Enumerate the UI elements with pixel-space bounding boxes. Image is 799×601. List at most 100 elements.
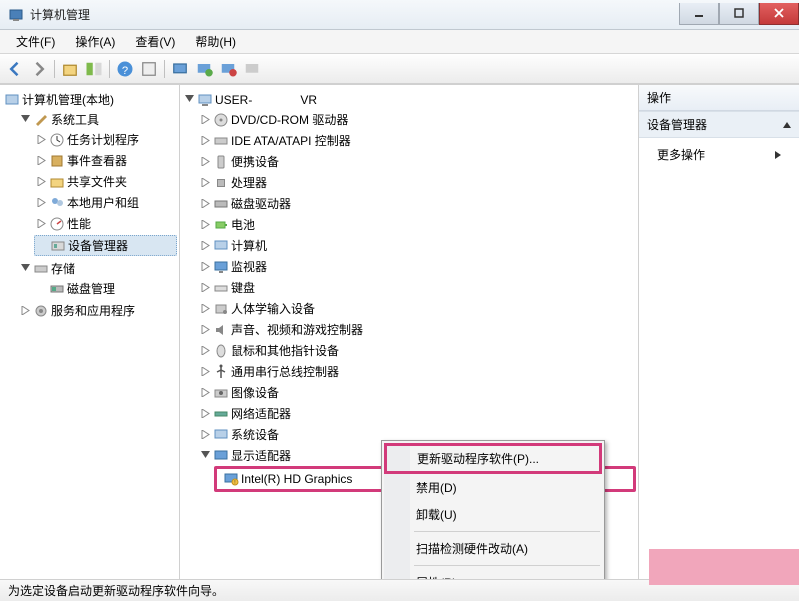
expand-icon[interactable] bbox=[200, 135, 211, 146]
menu-view[interactable]: 查看(V) bbox=[125, 30, 185, 53]
menu-file[interactable]: 文件(F) bbox=[6, 30, 65, 53]
context-properties[interactable]: 属性(R) bbox=[384, 569, 602, 579]
expand-icon[interactable] bbox=[200, 198, 211, 209]
left-navigation-tree[interactable]: 计算机管理(本地) 系统工具 任务计划程序 bbox=[0, 85, 180, 579]
storage-icon bbox=[33, 261, 49, 277]
display-icon bbox=[213, 448, 229, 464]
context-uninstall[interactable]: 卸载(U) bbox=[384, 501, 602, 528]
tree-item-local-users[interactable]: 本地用户和组 bbox=[34, 193, 177, 212]
expand-icon[interactable] bbox=[200, 282, 211, 293]
device-tree[interactable]: USER- VR DVD/CD-ROM 驱动器 IDE ATA/ATAPI 控制器… bbox=[180, 85, 639, 579]
toolbar: ? bbox=[0, 54, 799, 84]
tree-item-monitor[interactable]: 监视器 bbox=[198, 257, 636, 276]
context-disable[interactable]: 禁用(D) bbox=[384, 474, 602, 501]
expand-icon[interactable] bbox=[200, 156, 211, 167]
tree-item-shared-folders[interactable]: 共享文件夹 bbox=[34, 172, 177, 191]
toolbar-forward-button[interactable] bbox=[28, 58, 50, 80]
disk-mgmt-icon bbox=[49, 281, 65, 297]
expand-icon[interactable] bbox=[200, 429, 211, 440]
menu-help[interactable]: 帮助(H) bbox=[185, 30, 246, 53]
context-update-driver[interactable]: 更新驱动程序软件(P)... bbox=[384, 443, 602, 474]
expand-icon[interactable] bbox=[200, 240, 211, 251]
expand-icon[interactable] bbox=[200, 219, 211, 230]
toolbar-uninstall-button[interactable] bbox=[217, 58, 239, 80]
expand-icon[interactable] bbox=[200, 303, 211, 314]
tree-item-disk[interactable]: 磁盘驱动器 bbox=[198, 194, 636, 213]
tree-item-system-tools[interactable]: 系统工具 bbox=[18, 110, 177, 129]
toolbar-properties-button[interactable] bbox=[138, 58, 160, 80]
toolbar-help-button[interactable]: ? bbox=[114, 58, 136, 80]
expand-icon[interactable] bbox=[20, 305, 31, 316]
tree-item-performance[interactable]: 性能 bbox=[34, 214, 177, 233]
tree-label: 电池 bbox=[231, 216, 255, 233]
toolbar-update-button[interactable] bbox=[193, 58, 215, 80]
tree-item-usb[interactable]: 通用串行总线控制器 bbox=[198, 362, 636, 381]
actions-pane: 操作 设备管理器 更多操作 bbox=[639, 85, 799, 579]
context-scan-hardware[interactable]: 扫描检测硬件改动(A) bbox=[384, 535, 602, 562]
toolbar-scan-button[interactable] bbox=[169, 58, 191, 80]
tree-item-mouse[interactable]: 鼠标和其他指针设备 bbox=[198, 341, 636, 360]
expand-icon[interactable] bbox=[200, 324, 211, 335]
tree-label: 系统工具 bbox=[51, 111, 99, 128]
tree-item-portable[interactable]: 便携设备 bbox=[198, 152, 636, 171]
dvd-icon bbox=[213, 112, 229, 128]
expand-icon[interactable] bbox=[36, 197, 47, 208]
tree-label: Intel(R) HD Graphics bbox=[241, 472, 352, 486]
collapse-icon[interactable] bbox=[20, 114, 31, 125]
tree-item-hid[interactable]: 人体学输入设备 bbox=[198, 299, 636, 318]
device-mgr-icon bbox=[50, 238, 66, 254]
expand-icon[interactable] bbox=[200, 387, 211, 398]
expand-icon[interactable] bbox=[36, 218, 47, 229]
tree-label: 计算机 bbox=[231, 237, 267, 254]
expand-icon[interactable] bbox=[200, 261, 211, 272]
collapse-icon[interactable] bbox=[20, 263, 31, 274]
menu-action[interactable]: 操作(A) bbox=[65, 30, 125, 53]
tools-icon bbox=[33, 112, 49, 128]
tree-item-imaging[interactable]: 图像设备 bbox=[198, 383, 636, 402]
expand-icon[interactable] bbox=[36, 155, 47, 166]
usb-icon bbox=[213, 364, 229, 380]
tree-item-device-manager[interactable]: 设备管理器 bbox=[34, 235, 177, 256]
tree-item-computer-root[interactable]: USER- VR bbox=[182, 90, 636, 109]
tree-label: 本地用户和组 bbox=[67, 194, 139, 211]
collapse-icon[interactable] bbox=[184, 94, 195, 105]
toolbar-show-hide-button[interactable] bbox=[83, 58, 105, 80]
expand-icon[interactable] bbox=[200, 366, 211, 377]
expand-icon[interactable] bbox=[200, 114, 211, 125]
tree-item-services-apps[interactable]: 服务和应用程序 bbox=[18, 301, 177, 320]
tree-item-cpu[interactable]: 处理器 bbox=[198, 173, 636, 192]
tree-label: 存储 bbox=[51, 260, 75, 277]
tree-item-root[interactable]: 计算机管理(本地) bbox=[2, 90, 177, 109]
tree-item-event-viewer[interactable]: 事件查看器 bbox=[34, 151, 177, 170]
expand-icon[interactable] bbox=[36, 176, 47, 187]
minimize-button[interactable] bbox=[679, 3, 719, 25]
close-button[interactable] bbox=[759, 3, 799, 25]
expand-icon[interactable] bbox=[200, 408, 211, 419]
tree-item-network[interactable]: 网络适配器 bbox=[198, 404, 636, 423]
tree-item-storage[interactable]: 存储 bbox=[18, 259, 177, 278]
toolbar-enable-button[interactable] bbox=[241, 58, 263, 80]
actions-item-more[interactable]: 更多操作 bbox=[639, 138, 799, 171]
actions-group-device-manager[interactable]: 设备管理器 bbox=[639, 111, 799, 138]
expand-icon[interactable] bbox=[200, 177, 211, 188]
tree-label: 鼠标和其他指针设备 bbox=[231, 342, 339, 359]
computer-icon bbox=[213, 238, 229, 254]
expand-icon[interactable] bbox=[36, 134, 47, 145]
tree-item-task-scheduler[interactable]: 任务计划程序 bbox=[34, 130, 177, 149]
tree-item-keyboard[interactable]: 键盘 bbox=[198, 278, 636, 297]
expand-icon[interactable] bbox=[200, 345, 211, 356]
tree-item-disk-mgmt[interactable]: 磁盘管理 bbox=[34, 279, 177, 298]
tree-item-ide[interactable]: IDE ATA/ATAPI 控制器 bbox=[198, 131, 636, 150]
toolbar-back-button[interactable] bbox=[4, 58, 26, 80]
tree-item-dvd[interactable]: DVD/CD-ROM 驱动器 bbox=[198, 110, 636, 129]
collapse-icon[interactable] bbox=[200, 450, 211, 461]
context-separator bbox=[414, 565, 600, 566]
maximize-button[interactable] bbox=[719, 3, 759, 25]
toolbar-up-button[interactable] bbox=[59, 58, 81, 80]
monitor-icon bbox=[213, 259, 229, 275]
tree-item-computer[interactable]: 计算机 bbox=[198, 236, 636, 255]
tree-item-battery[interactable]: 电池 bbox=[198, 215, 636, 234]
tree-label: 处理器 bbox=[231, 174, 267, 191]
tree-item-sound[interactable]: 声音、视频和游戏控制器 bbox=[198, 320, 636, 339]
tree-label: 共享文件夹 bbox=[67, 173, 127, 190]
